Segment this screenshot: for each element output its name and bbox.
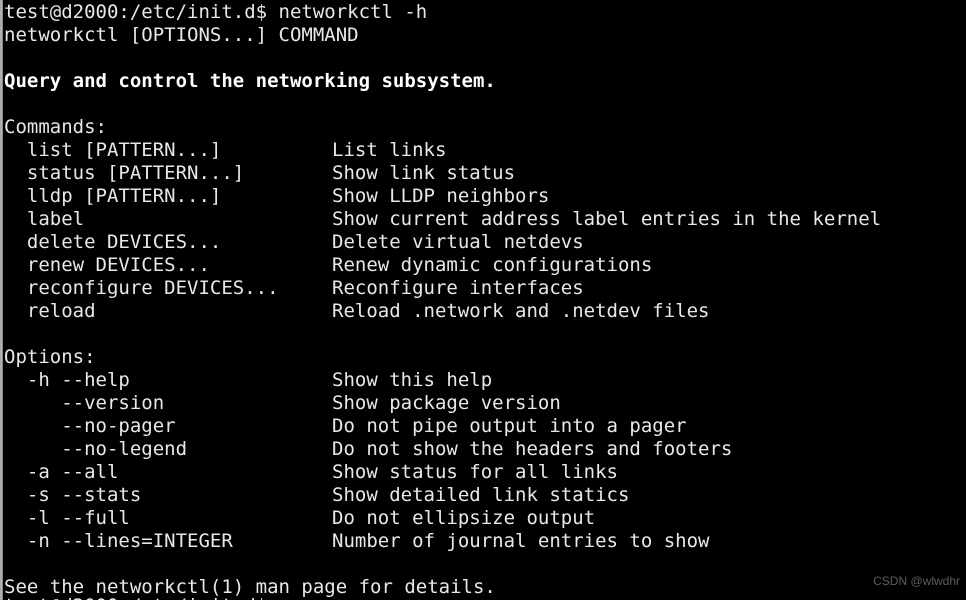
option-term: --no-legend bbox=[4, 438, 188, 460]
usage-line: networkctl [OPTIONS...] COMMAND bbox=[4, 24, 359, 46]
command-desc: List links bbox=[332, 139, 447, 161]
command-term: label bbox=[4, 208, 85, 230]
option-desc: Show detailed link statics bbox=[332, 484, 630, 506]
command-term: lldp [PATTERN...] bbox=[4, 185, 222, 207]
option-term: -a --all bbox=[4, 461, 119, 483]
command-desc: Show current address label entries in th… bbox=[332, 208, 882, 230]
option-row: -h --help Show this help bbox=[4, 369, 966, 392]
command-row: list [PATTERN...] List links bbox=[4, 139, 966, 162]
command-desc: Delete virtual netdevs bbox=[332, 231, 584, 253]
command-row: delete DEVICES... Delete virtual netdevs bbox=[4, 231, 966, 254]
option-desc: Show this help bbox=[332, 369, 493, 391]
command-row: reload Reload .network and .netdev files bbox=[4, 300, 966, 323]
option-term: -s --stats bbox=[4, 484, 142, 506]
command-row: status [PATTERN...] Show link status bbox=[4, 162, 966, 185]
option-row: -a --all Show status for all links bbox=[4, 461, 966, 484]
option-term: -h --help bbox=[4, 369, 130, 391]
option-term: --no-pager bbox=[4, 415, 176, 437]
command-desc: Renew dynamic configurations bbox=[332, 254, 653, 276]
command-term: reload bbox=[4, 300, 96, 322]
option-term: -n --lines=INTEGER bbox=[4, 530, 233, 552]
window-left-edge bbox=[0, 0, 3, 600]
option-row: --version Show package version bbox=[4, 392, 966, 415]
command-desc: Show LLDP neighbors bbox=[332, 185, 550, 207]
option-row: -n --lines=INTEGER Number of journal ent… bbox=[4, 530, 966, 553]
command-row: reconfigure DEVICES... Reconfigure inter… bbox=[4, 277, 966, 300]
option-desc: Show package version bbox=[332, 392, 561, 414]
option-desc: Do not pipe output into a pager bbox=[332, 415, 687, 437]
option-desc: Do not ellipsize output bbox=[332, 507, 596, 529]
command-term: reconfigure DEVICES... bbox=[4, 277, 279, 299]
option-desc: Do not show the headers and footers bbox=[332, 438, 733, 460]
command-term: status [PATTERN...] bbox=[4, 162, 245, 184]
command-term: list [PATTERN...] bbox=[4, 139, 222, 161]
option-term: --version bbox=[4, 392, 165, 414]
command-desc: Reconfigure interfaces bbox=[332, 277, 584, 299]
option-desc: Show status for all links bbox=[332, 461, 618, 483]
command-row: label Show current address label entries… bbox=[4, 208, 966, 231]
command-term: renew DEVICES... bbox=[4, 254, 210, 276]
command-desc: Show link status bbox=[332, 162, 516, 184]
option-row: --no-pager Do not pipe output into a pag… bbox=[4, 415, 966, 438]
description-line: Query and control the networking subsyst… bbox=[4, 70, 496, 92]
option-row: -l --full Do not ellipsize output bbox=[4, 507, 966, 530]
option-term: -l --full bbox=[4, 507, 130, 529]
prompt-line: test@d2000:/etc/init.d$ networkctl -h bbox=[4, 1, 428, 23]
options-heading: Options: bbox=[4, 346, 96, 368]
option-row: -s --stats Show detailed link statics bbox=[4, 484, 966, 507]
watermark-label: CSDN @wlwdhr bbox=[873, 574, 960, 588]
command-row: lldp [PATTERN...] Show LLDP neighbors bbox=[4, 185, 966, 208]
command-row: renew DEVICES... Renew dynamic configura… bbox=[4, 254, 966, 277]
commands-heading: Commands: bbox=[4, 116, 107, 138]
option-desc: Number of journal entries to show bbox=[332, 530, 710, 552]
terminal-window[interactable]: test@d2000:/etc/init.d$ networkctl -h ne… bbox=[0, 0, 966, 600]
command-term: delete DEVICES... bbox=[4, 231, 222, 253]
terminal-screen[interactable]: test@d2000:/etc/init.d$ networkctl -h ne… bbox=[4, 0, 966, 600]
clipped-next-prompt-line: test@d2000:/etc/init.d$ bbox=[4, 595, 267, 600]
command-desc: Reload .network and .netdev files bbox=[332, 300, 710, 322]
option-row: --no-legend Do not show the headers and … bbox=[4, 438, 966, 461]
